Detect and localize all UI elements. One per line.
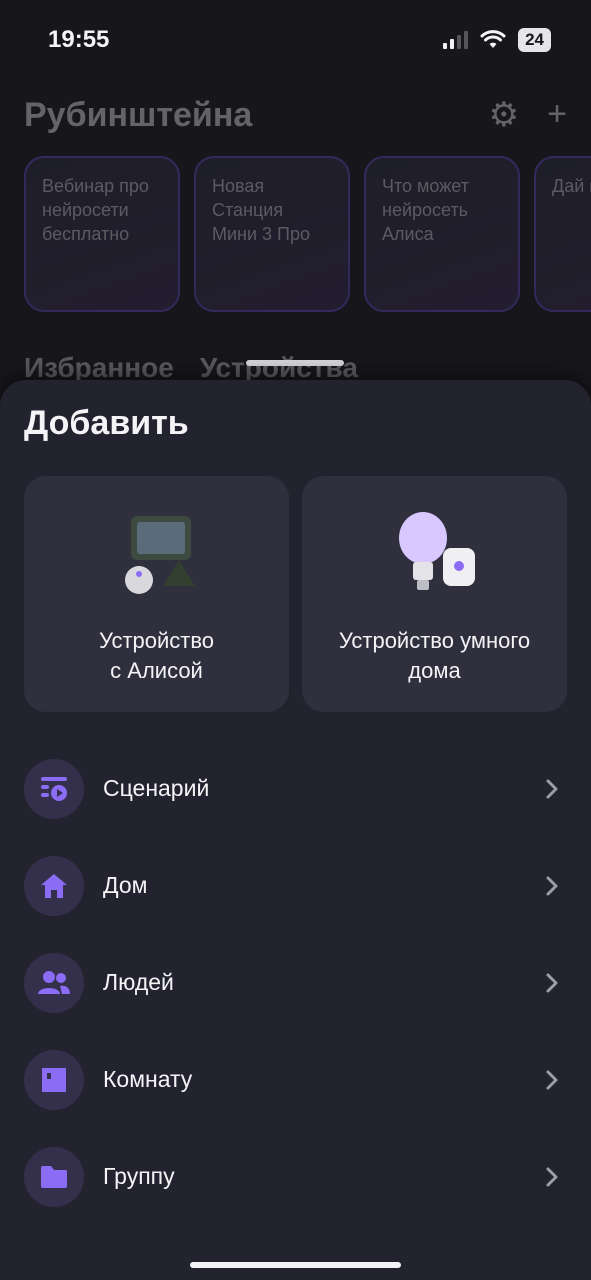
folder-icon [24,1146,84,1207]
add-people-item[interactable]: Людей [0,934,591,1031]
add-scenario-label: Сценарий [103,775,210,801]
background-title: Рубинштейна [24,95,253,134]
add-home-item[interactable]: Дом [0,837,591,934]
scenario-icon [24,758,84,819]
add-voice-device-card[interactable]: Устройство с Алисой [24,476,289,712]
sheet-title: Добавить [24,404,189,442]
add-smart-home-device-label: Устройство умного дома [338,628,531,683]
status-time: 19:55 [48,26,110,53]
battery-indicator: 24 [518,28,551,52]
add-smart-home-device-card[interactable]: Устройство умного дома [302,476,567,712]
chevron-right-icon [546,1070,558,1089]
add-room-label: Комнату [103,1066,193,1092]
add-voice-device-label: Устройство с Алисой [98,628,215,683]
chevron-right-icon [546,876,558,895]
add-device-cards: Устройство с Алисой Устройство умного до… [24,476,567,712]
sheet-drag-handle[interactable] [246,360,344,366]
add-options-list: Сценарий Дом Людей Комнату Группу [0,740,591,1225]
add-group-item[interactable]: Группу [0,1128,591,1225]
home-icon [24,855,84,916]
add-bottom-sheet: Добавить Устройство с Алисой Устройство … [0,380,591,1280]
add-scenario-item[interactable]: Сценарий [0,740,591,837]
background-story-cards: Вебинар про нейросети бесплатно Новая Ст… [24,156,591,314]
background-actions: ⚙ + [489,95,567,135]
chevron-right-icon [546,973,558,992]
wifi-icon [480,30,506,48]
background-card: Новая Станция Мини 3 Про [194,156,350,312]
chevron-right-icon [546,779,558,798]
add-people-label: Людей [103,969,174,995]
cellular-signal-icon [443,31,469,49]
add-group-label: Группу [103,1163,175,1189]
add-room-item[interactable]: Комнату [0,1031,591,1128]
people-icon [24,952,84,1013]
status-bar: 19:55 24 [0,0,591,80]
plus-icon: + [547,95,567,133]
chevron-right-icon [546,1167,558,1186]
home-indicator[interactable] [190,1262,401,1268]
background-card: Дай июн [534,156,591,312]
background-card: Вебинар про нейросети бесплатно [24,156,180,312]
background-card: Что может нейросеть Алиса [364,156,520,312]
smart-display-icon [124,516,195,594]
background-header: Рубинштейна ⚙ + [24,90,567,140]
gear-icon: ⚙ [488,96,520,134]
room-icon [24,1049,84,1110]
add-home-label: Дом [103,872,148,898]
status-indicators: 24 [443,28,551,52]
smart-bulb-plug-icon [398,512,475,590]
